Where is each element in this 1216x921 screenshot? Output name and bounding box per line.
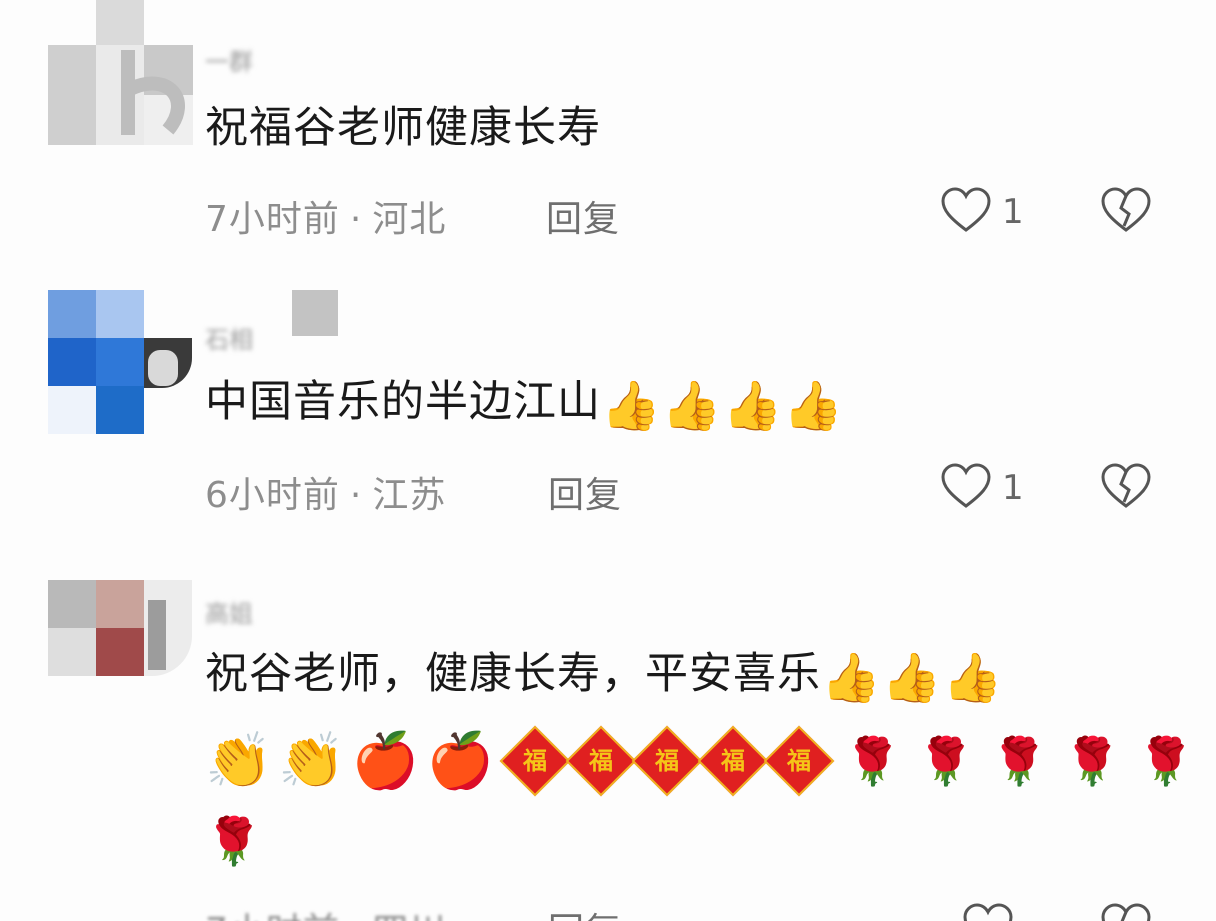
clapping-hands-emoji: 👏	[278, 729, 346, 792]
avatar[interactable]	[48, 0, 193, 145]
fu-character: 福	[721, 746, 745, 775]
reply-button[interactable]: 回复	[548, 466, 622, 518]
fu-character: 福	[655, 746, 679, 775]
fu-diamond-emoji: 福	[697, 725, 769, 797]
broken-heart-icon[interactable]	[1100, 902, 1152, 921]
reply-button[interactable]: 回复	[548, 902, 622, 921]
like-count: 1	[1002, 192, 1024, 232]
avatar[interactable]	[48, 580, 193, 680]
comment-text-body: 祝谷老师，健康长寿，平安喜乐	[205, 649, 821, 699]
timestamp: 6小时前	[205, 475, 340, 516]
location: 河北	[372, 199, 447, 240]
timestamp: 7小时前	[205, 911, 340, 921]
comment-item: 高姐 祝谷老师，健康长寿，平安喜乐👍👍👍 👏👏🍎🍎福福福福福🌹🌹🌹🌹🌹 🌹 7小…	[0, 580, 1216, 921]
comment-item: 一群 祝福谷老师健康长寿 7小时前 · 河北 回复 1	[0, 0, 1216, 260]
thumbs-up-emoji: 👍	[821, 650, 882, 706]
fu-diamond-emoji: 福	[499, 725, 571, 797]
thumbs-up-emoji: 👍	[661, 378, 723, 434]
thumbs-up-emoji: 👍	[783, 378, 845, 434]
emoji-row: 👏 👏 🍎 🍎 福福福福福 🌹 🌹 🌹 🌹 🌹	[205, 725, 1210, 797]
meta-separator: ·	[349, 475, 363, 516]
rose-emoji: 🌹	[1063, 734, 1122, 788]
comment-text: 中国音乐的半边江山👍👍👍👍	[205, 376, 844, 430]
thumbs-up-emoji: 👍	[601, 378, 662, 434]
red-apple-emoji: 🍎	[351, 729, 419, 792]
avatar-silhouette-icon	[121, 50, 185, 135]
meta-separator: ·	[349, 199, 363, 240]
red-apple-emoji: 🍎	[426, 729, 494, 792]
thumbs-up-emoji: 👍	[942, 650, 1004, 706]
clapping-hands-emoji: 👏	[205, 729, 273, 792]
location: 四川	[372, 911, 446, 921]
comment-text-body: 祝福谷老师健康长寿	[205, 103, 601, 153]
meta-separator: ·	[350, 911, 362, 921]
fu-character: 福	[589, 746, 613, 775]
heart-outline-icon[interactable]	[962, 902, 1014, 921]
comment-text-body: 中国音乐的半边江山	[205, 377, 601, 427]
fu-character: 福	[523, 746, 547, 775]
thumbs-up-emoji: 👍	[722, 378, 784, 434]
heart-outline-icon[interactable]	[940, 186, 992, 236]
comment-text: 祝福谷老师健康长寿	[205, 102, 601, 156]
fu-diamond-emoji: 福	[565, 725, 637, 797]
timestamp: 7小时前	[205, 199, 340, 240]
rose-emoji: 🌹	[990, 734, 1048, 788]
location: 江苏	[372, 475, 447, 516]
comment-text: 祝谷老师，健康长寿，平安喜乐👍👍👍	[205, 648, 1003, 702]
comment-meta: 7小时前 · 四川	[205, 902, 446, 921]
rose-emoji: 🌹	[1137, 734, 1195, 788]
rose-emoji: 🌹	[917, 734, 975, 788]
broken-heart-icon[interactable]	[1100, 186, 1152, 236]
comment-meta: 6小时前 · 江苏	[205, 466, 446, 518]
username[interactable]: 石相	[205, 320, 253, 355]
like-count: 1	[1002, 468, 1024, 508]
comment-meta: 7小时前 · 河北	[205, 190, 446, 242]
emoji-row: 🌹	[205, 812, 278, 864]
username[interactable]: 高姐	[205, 594, 253, 629]
fu-character: 福	[787, 746, 811, 775]
reply-button[interactable]: 回复	[546, 190, 620, 242]
broken-heart-icon[interactable]	[1100, 462, 1152, 512]
rose-emoji: 🌹	[844, 734, 902, 788]
rose-emoji: 🌹	[205, 814, 263, 868]
fu-diamond-emoji: 福	[763, 725, 835, 797]
comment-item: 石相 中国音乐的半边江山👍👍👍👍 6小时前 · 江苏 回复 1	[0, 290, 1216, 550]
username[interactable]: 一群	[205, 42, 253, 77]
avatar[interactable]	[48, 290, 193, 435]
thumbs-up-emoji: 👍	[881, 650, 943, 706]
username-blur-block	[292, 290, 338, 336]
fu-diamond-emoji: 福	[631, 725, 703, 797]
heart-outline-icon[interactable]	[940, 462, 992, 512]
